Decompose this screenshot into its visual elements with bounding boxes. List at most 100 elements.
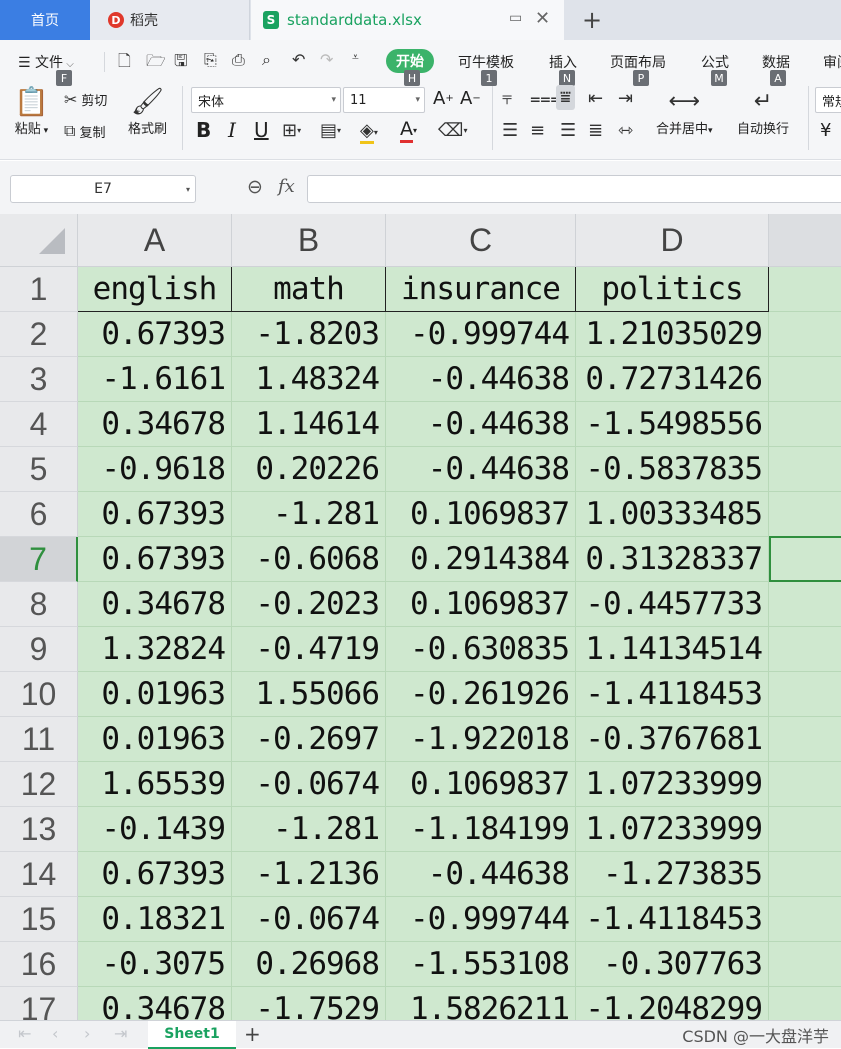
align-bottom-icon[interactable]: ⩸ xyxy=(556,85,575,110)
row-header[interactable]: 16 xyxy=(0,942,78,987)
empty-cell[interactable] xyxy=(769,582,841,627)
new-file-icon[interactable]: 🗋 xyxy=(118,50,131,77)
close-tab-icon[interactable]: ✕ xyxy=(535,8,550,29)
row-header[interactable]: 15 xyxy=(0,897,78,942)
underline-icon[interactable]: U xyxy=(254,118,269,142)
justify-icon[interactable]: ≣ xyxy=(588,120,603,141)
paste-button[interactable]: 📋 粘贴 ▾ xyxy=(14,86,49,138)
column-title-cell[interactable]: english xyxy=(78,267,232,312)
table-cell[interactable]: 0.31328337 xyxy=(576,537,769,582)
table-cell[interactable]: -0.2023 xyxy=(232,582,386,627)
table-cell[interactable]: -0.44638 xyxy=(386,447,576,492)
table-cell[interactable]: 0.67393 xyxy=(78,492,232,537)
column-header-b[interactable]: B xyxy=(232,214,386,267)
table-cell[interactable]: -0.4457733 xyxy=(576,582,769,627)
table-cell[interactable]: -1.2048299 xyxy=(576,987,769,1020)
table-cell[interactable]: 1.14134514 xyxy=(576,627,769,672)
font-size-select[interactable]: 11 ▾ xyxy=(343,87,425,113)
font-name-select[interactable]: 宋体 ▾ xyxy=(191,87,341,113)
sheet-tab-sheet1[interactable]: Sheet1 xyxy=(148,1021,236,1049)
table-cell[interactable]: 1.07233999 xyxy=(576,762,769,807)
table-cell[interactable]: -0.5837835 xyxy=(576,447,769,492)
table-cell[interactable]: 0.67393 xyxy=(78,312,232,357)
row-header[interactable]: 6 xyxy=(0,492,78,537)
tab-home[interactable]: 首页 xyxy=(0,0,90,40)
table-cell[interactable]: -1.8203 xyxy=(232,312,386,357)
table-cell[interactable]: 0.34678 xyxy=(78,402,232,447)
empty-cell[interactable] xyxy=(769,627,841,672)
empty-cell[interactable] xyxy=(769,402,841,447)
last-sheet-icon[interactable]: ⇥ xyxy=(114,1024,127,1043)
menu-page-layout[interactable]: 页面布局 xyxy=(610,52,666,72)
empty-cell[interactable] xyxy=(769,897,841,942)
next-sheet-icon[interactable]: › xyxy=(84,1024,90,1043)
row-header[interactable]: 1 xyxy=(0,267,78,312)
increase-font-icon[interactable]: A + xyxy=(433,88,454,109)
table-cell[interactable]: 1.21035029 xyxy=(576,312,769,357)
undo-icon[interactable]: ↶ xyxy=(292,50,305,69)
table-cell[interactable]: 0.1069837 xyxy=(386,492,576,537)
row-header[interactable]: 13 xyxy=(0,807,78,852)
empty-cell[interactable] xyxy=(769,762,841,807)
table-cell[interactable]: 0.67393 xyxy=(78,852,232,897)
table-cell[interactable]: -0.2697 xyxy=(232,717,386,762)
empty-cell[interactable] xyxy=(769,717,841,762)
align-center-icon[interactable]: ≡ xyxy=(530,120,545,141)
column-header-d[interactable]: D xyxy=(576,214,769,267)
table-cell[interactable]: 1.07233999 xyxy=(576,807,769,852)
column-header-a[interactable]: A xyxy=(78,214,232,267)
border-icon[interactable]: ⊞ ▾ xyxy=(282,120,301,141)
row-header[interactable]: 5 xyxy=(0,447,78,492)
table-cell[interactable]: -0.999744 xyxy=(386,897,576,942)
column-title-cell[interactable]: insurance xyxy=(386,267,576,312)
fill-color-icon[interactable]: ◈ ▾ xyxy=(360,120,378,144)
row-header[interactable]: 10 xyxy=(0,672,78,717)
table-cell[interactable]: 1.5826211 xyxy=(386,987,576,1020)
name-box[interactable]: E7 ▾ xyxy=(10,175,196,203)
print-icon[interactable]: ⎙ xyxy=(232,50,245,70)
table-cell[interactable]: 1.55066 xyxy=(232,672,386,717)
row-header[interactable]: 17 xyxy=(0,987,78,1020)
select-all-corner[interactable] xyxy=(0,214,78,267)
empty-cell[interactable] xyxy=(769,312,841,357)
clear-format-icon[interactable]: ⌫ ▾ xyxy=(438,120,467,141)
align-top-icon[interactable]: ⫧ xyxy=(502,88,512,109)
table-cell[interactable]: -1.5498556 xyxy=(576,402,769,447)
decrease-indent-icon[interactable]: ⇤ xyxy=(588,88,603,109)
zoom-icon[interactable]: ⊖ xyxy=(247,176,263,198)
empty-cell[interactable] xyxy=(769,267,841,312)
cut-button[interactable]: ✂ 剪切 xyxy=(64,90,107,109)
table-cell[interactable]: -1.7529 xyxy=(232,987,386,1020)
row-header[interactable]: 7 xyxy=(0,537,78,582)
table-cell[interactable]: -0.261926 xyxy=(386,672,576,717)
table-cell[interactable]: -0.3075 xyxy=(78,942,232,987)
distributed-icon[interactable]: ⇿ xyxy=(618,120,633,141)
copy-button[interactable]: ⧉ 复制 xyxy=(64,121,105,141)
table-cell[interactable]: 0.34678 xyxy=(78,582,232,627)
print-preview-icon[interactable]: ⌕ xyxy=(262,50,271,70)
increase-indent-icon[interactable]: ⇥ xyxy=(618,88,633,109)
table-cell[interactable]: 0.01963 xyxy=(78,672,232,717)
table-cell[interactable]: -0.3767681 xyxy=(576,717,769,762)
table-cell[interactable]: -1.281 xyxy=(232,492,386,537)
table-cell[interactable]: 0.01963 xyxy=(78,717,232,762)
empty-cell[interactable] xyxy=(769,807,841,852)
table-cell[interactable]: -0.9618 xyxy=(78,447,232,492)
table-cell[interactable]: -0.44638 xyxy=(386,357,576,402)
empty-cell[interactable] xyxy=(769,987,841,1020)
save-icon[interactable]: 🖫 xyxy=(174,50,188,77)
row-header[interactable]: 12 xyxy=(0,762,78,807)
table-cell[interactable]: -0.307763 xyxy=(576,942,769,987)
table-cell[interactable]: 0.34678 xyxy=(78,987,232,1020)
row-header[interactable]: 14 xyxy=(0,852,78,897)
table-cell[interactable]: -0.6068 xyxy=(232,537,386,582)
row-header[interactable]: 9 xyxy=(0,627,78,672)
table-cell[interactable]: -0.0674 xyxy=(232,762,386,807)
table-cell[interactable]: -0.44638 xyxy=(386,852,576,897)
table-cell[interactable]: -1.281 xyxy=(232,807,386,852)
tab-daoke[interactable]: D 稻壳 xyxy=(90,0,250,40)
row-header[interactable]: 8 xyxy=(0,582,78,627)
menu-file[interactable]: ☰ 文件 ⌵ xyxy=(18,52,74,72)
menu-insert[interactable]: 插入 xyxy=(549,52,577,72)
table-cell[interactable]: 0.2914384 xyxy=(386,537,576,582)
